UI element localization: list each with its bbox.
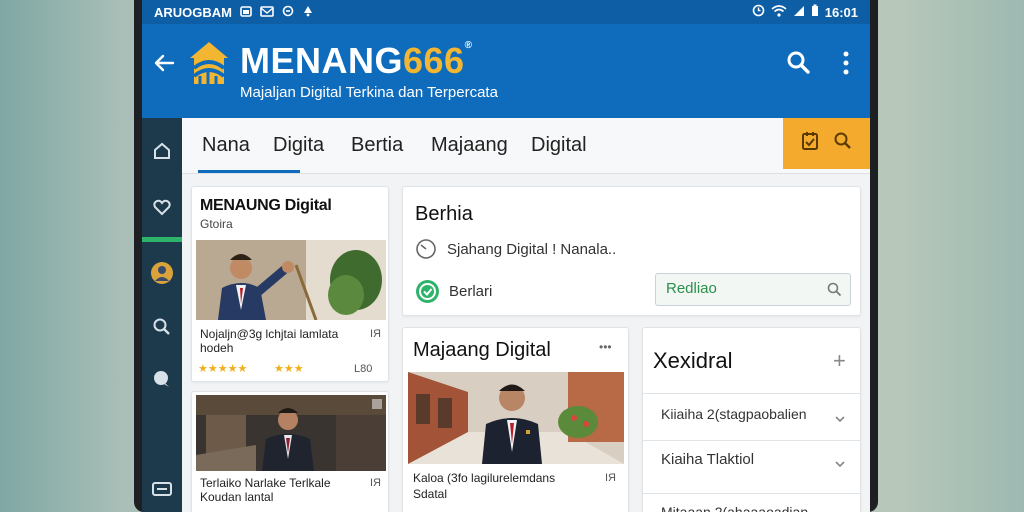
article-photo[interactable] xyxy=(196,395,386,471)
search-icon[interactable] xyxy=(786,50,812,76)
category-tabs: Nana Digita Bertia Majaang Digital xyxy=(182,118,870,174)
article-caption: Terlaiko Narlake Terlkale xyxy=(200,476,331,490)
tab-bertia[interactable]: Bertia xyxy=(351,134,403,157)
card-title: Majaang Digital xyxy=(413,339,551,361)
brand-logo xyxy=(186,38,232,88)
chevron-down-icon xyxy=(835,410,845,428)
view-count: L80 xyxy=(354,363,373,375)
tab-actions xyxy=(783,118,870,169)
status-bar: ARUOGBAM 16:01 xyxy=(142,0,870,24)
app-screen: ARUOGBAM 16:01 MENANG666® Majaljan Digit… xyxy=(142,0,870,512)
search-icon[interactable] xyxy=(142,310,182,344)
chat-icon[interactable] xyxy=(142,362,182,396)
share-icon[interactable]: IЯ xyxy=(370,477,381,489)
alarm-icon xyxy=(752,4,765,20)
brand-registered-mark: ® xyxy=(464,40,473,51)
card-title: MENAUNG Digital xyxy=(200,197,332,214)
profile-icon[interactable] xyxy=(142,256,182,290)
search-field[interactable] xyxy=(655,273,851,306)
rating-stars-secondary: ★★★ xyxy=(274,363,304,375)
share-icon[interactable]: IЯ xyxy=(370,328,381,340)
sync-icon xyxy=(282,5,294,20)
status-left-text: ARUOGBAM xyxy=(154,4,232,20)
rail-active-indicator xyxy=(142,237,182,242)
chevron-down-icon xyxy=(835,508,845,512)
more-vert-icon[interactable] xyxy=(836,48,856,78)
side-rail xyxy=(142,118,182,512)
mail-icon xyxy=(260,5,274,20)
chevron-down-icon xyxy=(835,455,845,473)
add-icon[interactable]: + xyxy=(833,348,846,374)
card-title: Xexidral xyxy=(653,348,733,373)
article-card[interactable]: MENAUNG Digital Gtoira Nojaljn@3g lchjta… xyxy=(191,186,389,382)
article-card[interactable]: Majaang Digital ••• Kaloa (3fo lagilurel… xyxy=(402,327,629,512)
list-item[interactable]: Mitaaan 2(ahaaaoadian xyxy=(643,494,860,512)
battery-icon xyxy=(811,4,819,20)
search-input[interactable] xyxy=(666,280,816,297)
tab-majaang[interactable]: Majaang xyxy=(431,134,508,157)
list-item[interactable]: Kiiaiha 2(stagpaobalien xyxy=(643,394,860,440)
category-list-card: Xexidral + Kiiaiha 2(stagpaobalien Kiaih… xyxy=(642,327,861,512)
signal-icon xyxy=(793,5,805,20)
article-caption-line2: hodeh xyxy=(200,341,234,355)
clock-icon xyxy=(415,238,437,265)
notification-icon xyxy=(302,5,314,20)
active-tab-indicator xyxy=(198,170,300,173)
app-bar: MENANG666® Majaljan Digital Terkina dan … xyxy=(142,24,870,118)
status-time: 16:01 xyxy=(824,4,858,20)
back-arrow-icon[interactable] xyxy=(150,52,178,81)
wifi-icon xyxy=(771,4,787,20)
brand-name: MENANG666® xyxy=(240,40,472,82)
card-subtitle: Gtoira xyxy=(200,217,233,231)
tab-digita[interactable]: Digita xyxy=(273,134,324,157)
share-icon[interactable]: IЯ xyxy=(605,472,616,484)
article-caption-line2: Koudan lantal xyxy=(200,490,274,504)
list-item-label: Mitaaan 2(ahaaaoadian xyxy=(661,504,809,512)
timestamp-text: Sjahang Digital ! Nanala.. xyxy=(447,241,617,258)
article-photo[interactable] xyxy=(196,240,386,320)
home-icon[interactable] xyxy=(142,134,182,168)
check-circle-icon xyxy=(415,279,440,309)
card-title: Berhia xyxy=(415,203,473,225)
tab-nana[interactable]: Nana xyxy=(202,134,250,157)
article-caption: Nojaljn@3g lchjtai lamlata xyxy=(200,327,339,341)
keyboard-icon[interactable] xyxy=(142,472,182,506)
rating-stars: ★★★★★ xyxy=(198,363,248,375)
article-caption: Kaloa (3fo lagilurelemdans xyxy=(413,471,556,485)
article-photo[interactable] xyxy=(408,372,624,464)
favorites-icon[interactable] xyxy=(142,190,182,224)
article-card[interactable]: Terlaiko Narlake Terlkale Koudan lantal … xyxy=(191,391,389,512)
brand-name-part1: MENANG xyxy=(240,40,403,81)
article-caption-line2: Sdatal xyxy=(413,487,448,501)
brand-name-part2: 666 xyxy=(403,40,465,81)
calendar-icon xyxy=(240,5,252,20)
more-options-icon[interactable]: ••• xyxy=(599,340,612,354)
bookmark-check-icon[interactable] xyxy=(801,131,819,156)
tab-digital[interactable]: Digital xyxy=(531,134,587,157)
list-item-label: Kiiaiha 2(stagpaobalien xyxy=(661,406,807,422)
tagline: Majaljan Digital Terkina dan Terpercata xyxy=(240,84,498,101)
news-summary-card: Berhia Sjahang Digital ! Nanala.. Berlar… xyxy=(402,186,861,316)
status-text: Berlari xyxy=(449,283,493,300)
list-item[interactable]: Kiaiha Tlaktiol xyxy=(643,441,860,493)
list-item-label: Kiaiha Tlaktiol xyxy=(661,451,755,468)
search-icon[interactable] xyxy=(827,282,842,302)
search-icon[interactable] xyxy=(833,131,853,156)
